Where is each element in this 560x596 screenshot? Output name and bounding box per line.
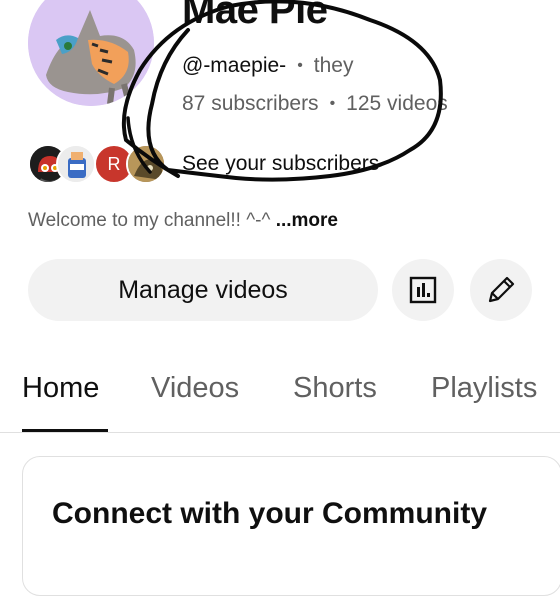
analytics-icon: [409, 276, 437, 304]
separator-dot: •: [297, 57, 303, 74]
community-card-title: Connect with your Community: [52, 497, 487, 530]
active-tab-indicator: [22, 429, 108, 432]
subscriber-avatar: [56, 144, 96, 184]
channel-stats-row: 87 subscribers • 125 videos: [182, 92, 448, 116]
channel-name: Mae Pie: [182, 0, 328, 32]
cat-artwork-icon: [28, 0, 154, 106]
channel-handle: @-maepie-: [182, 54, 287, 77]
see-subscribers-link[interactable]: See your subscribers: [182, 152, 379, 176]
creature-avatar-icon: [128, 146, 164, 182]
bottle-avatar-icon: [58, 146, 94, 182]
channel-handle-row: @-maepie- • they: [182, 54, 354, 78]
subscriber-avatar: [126, 144, 166, 184]
pencil-icon: [488, 276, 515, 303]
tab-playlists[interactable]: Playlists: [431, 372, 537, 405]
description-text: Welcome to my channel!! ^-^: [28, 210, 271, 231]
analytics-button[interactable]: [392, 259, 454, 321]
channel-description[interactable]: Welcome to my channel!! ^-^ ...more: [28, 210, 338, 232]
description-more-link[interactable]: ...more: [276, 210, 338, 231]
subscribers-preview[interactable]: R See your subscribers: [28, 142, 428, 188]
subscriber-count: 87 subscribers: [182, 92, 319, 115]
channel-avatar[interactable]: [28, 0, 154, 106]
channel-tabs: Home Videos Shorts Playlists: [0, 360, 560, 433]
tab-home[interactable]: Home: [22, 372, 99, 405]
separator-dot: •: [329, 95, 336, 112]
manage-videos-button[interactable]: Manage videos: [28, 259, 378, 321]
channel-pronouns: they: [313, 54, 354, 77]
video-count: 125 videos: [346, 92, 448, 115]
community-card[interactable]: Connect with your Community: [22, 456, 560, 596]
tab-shorts[interactable]: Shorts: [293, 372, 377, 405]
tab-videos[interactable]: Videos: [151, 372, 239, 405]
edit-channel-button[interactable]: [470, 259, 532, 321]
